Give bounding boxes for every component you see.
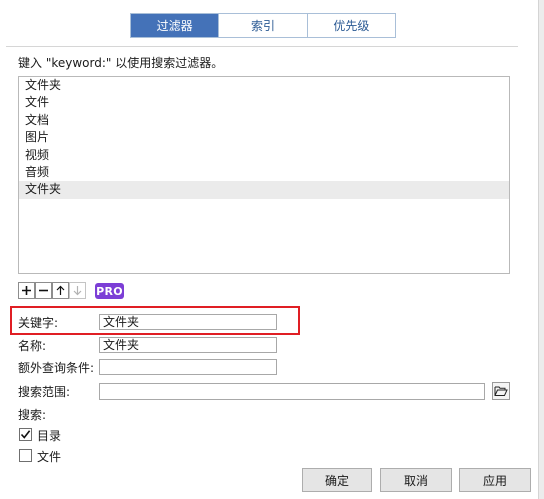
apply-button[interactable]: 应用 — [459, 468, 531, 492]
extra-query-field[interactable] — [99, 359, 277, 375]
list-item[interactable]: 文件夹 — [19, 77, 509, 94]
filter-list[interactable]: 文件夹 文件 文档 图片 视频 音频 文件夹 — [18, 76, 510, 274]
arrow-up-icon — [56, 285, 65, 295]
list-item[interactable]: 文档 — [19, 112, 509, 129]
remove-filter-button[interactable] — [35, 282, 52, 299]
search-scope-label: 搜索范围: — [18, 385, 71, 399]
folder-open-icon — [494, 386, 508, 396]
browse-button[interactable] — [492, 382, 510, 400]
checkmark-icon — [20, 430, 31, 439]
file-checkbox[interactable] — [19, 449, 32, 462]
window-edge — [538, 0, 544, 499]
hint-text: 键入 "keyword:" 以使用搜索过滤器。 — [18, 56, 224, 70]
add-filter-button[interactable] — [18, 282, 35, 299]
tab-priority[interactable]: 优先级 — [306, 14, 395, 37]
move-down-button[interactable] — [69, 282, 86, 299]
ok-button[interactable]: 确定 — [302, 468, 372, 492]
directory-label: 目录 — [37, 429, 62, 443]
search-scope-field[interactable] — [99, 383, 485, 400]
cancel-button[interactable]: 取消 — [380, 468, 452, 492]
tab-bar: 过滤器 索引 优先级 — [130, 13, 396, 38]
keyword-label: 关键字: — [18, 316, 59, 330]
list-item[interactable]: 视频 — [19, 147, 509, 164]
list-item[interactable]: 图片 — [19, 129, 509, 146]
divider — [6, 46, 518, 47]
list-item-selected[interactable]: 文件夹 — [19, 181, 509, 199]
file-label: 文件 — [37, 450, 62, 464]
extra-query-label: 额外查询条件: — [18, 361, 95, 375]
minus-icon — [39, 289, 48, 292]
pro-badge[interactable]: PRO — [95, 283, 124, 299]
keyword-field[interactable]: 文件夹 — [99, 314, 277, 330]
list-item[interactable]: 文件 — [19, 94, 509, 111]
tab-filters[interactable]: 过滤器 — [131, 14, 219, 37]
name-label: 名称: — [18, 339, 47, 353]
list-item[interactable]: 音频 — [19, 164, 509, 181]
move-up-button[interactable] — [52, 282, 69, 299]
arrow-down-icon — [73, 286, 82, 296]
name-field[interactable]: 文件夹 — [99, 337, 277, 353]
tab-index[interactable]: 索引 — [218, 14, 307, 37]
directory-checkbox[interactable] — [19, 428, 32, 441]
search-label: 搜索: — [18, 408, 47, 422]
plus-icon — [22, 286, 31, 295]
